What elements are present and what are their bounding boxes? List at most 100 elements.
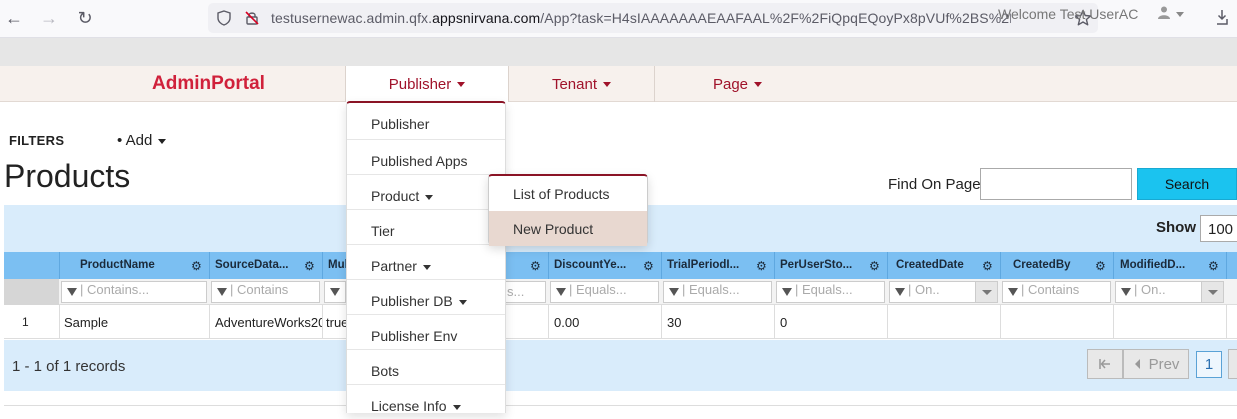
cell-modifieddate[interactable] <box>1113 305 1226 339</box>
column-header-discountye[interactable]: DiscountYe... ⚙ <box>548 252 661 279</box>
filter-funnel-icon[interactable] <box>669 288 679 296</box>
filter-placeholder: | On.. <box>908 282 940 297</box>
gear-icon[interactable]: ⚙ <box>982 259 993 273</box>
menu-item-tier[interactable]: Tier <box>347 209 505 244</box>
address-bar[interactable]: testusernewac.admin.qfx.appsnirvana.com/… <box>208 3 1098 33</box>
menu-item-bots[interactable]: Bots <box>347 349 505 384</box>
first-page-button[interactable] <box>1087 349 1123 379</box>
column-header-perusersto[interactable]: PerUserSto... ⚙ <box>774 252 887 279</box>
chevron-down-icon <box>425 194 434 200</box>
page-title: Products <box>4 158 131 194</box>
next-page-button[interactable] <box>1228 349 1237 379</box>
reload-icon[interactable]: ↻ <box>73 6 97 30</box>
menu-item-product[interactable]: Product <box>347 174 505 209</box>
gear-icon[interactable]: ⚙ <box>191 259 202 273</box>
chevron-down-icon <box>158 138 167 144</box>
gear-icon[interactable]: ⚙ <box>1208 259 1219 273</box>
insecure-lock-icon[interactable] <box>244 10 260 26</box>
first-page-icon <box>1099 359 1110 369</box>
menu-item-published-apps[interactable]: Published Apps <box>347 139 505 174</box>
nav-publisher-label: Publisher <box>388 75 452 93</box>
filter-funnel-icon[interactable] <box>782 288 792 296</box>
filter-input-perusersto[interactable]: | Equals... <box>776 281 885 303</box>
filter-input-discountye[interactable]: | Equals... <box>550 281 659 303</box>
filter-input-trialperiod[interactable]: | Equals... <box>663 281 772 303</box>
column-header-modifieddate[interactable]: ModifiedD... ⚙ <box>1113 252 1226 279</box>
filter-input-modifieddate[interactable]: | On.. <box>1115 281 1224 303</box>
nav-publisher[interactable]: Publisher <box>345 66 508 102</box>
find-on-page-input[interactable] <box>980 168 1132 200</box>
prev-page-button[interactable]: Prev <box>1123 349 1189 379</box>
forward-arrow-icon[interactable]: → <box>37 6 61 30</box>
filter-input-partial[interactable]: s... <box>505 281 546 303</box>
filter-input-productname[interactable]: | Contains... <box>61 281 207 303</box>
user-menu[interactable] <box>1158 5 1184 21</box>
chevron-down-icon <box>458 299 467 305</box>
nav-tenant[interactable]: Tenant <box>508 66 654 102</box>
gear-icon[interactable]: ⚙ <box>643 259 654 273</box>
brand-logo[interactable]: AdminPortal <box>152 73 265 95</box>
back-arrow-icon[interactable]: ← <box>2 6 26 30</box>
cell-perusersto[interactable]: 0 <box>774 305 887 339</box>
filter-placeholder: | On.. <box>1134 282 1166 297</box>
chevron-down-icon <box>452 404 461 410</box>
column-header-createdby[interactable]: CreatedBy ⚙ <box>1000 252 1113 279</box>
app-navbar: AdminPortal Publisher Tenant Page <box>0 66 1237 102</box>
column-header-sourcedata[interactable]: SourceData... ⚙ <box>209 252 322 279</box>
page-number-button[interactable]: 1 <box>1196 351 1222 378</box>
add-filter-button[interactable]: • Add <box>117 132 167 149</box>
cell-createdby[interactable] <box>1000 305 1113 339</box>
extensions-icon[interactable] <box>1213 8 1231 26</box>
cell-productname[interactable]: Sample <box>59 305 209 339</box>
filter-funnel-icon[interactable] <box>1008 288 1018 296</box>
date-picker-dropdown-icon[interactable] <box>1201 282 1223 302</box>
menu-item-license-info[interactable]: License Info <box>347 384 505 419</box>
url-text: testusernewac.admin.qfx.appsnirvana.com/… <box>271 10 1011 26</box>
column-header-productname[interactable]: ProductName ⚙ <box>59 252 209 279</box>
find-on-page-label: Find On Page <box>888 176 981 193</box>
cell-sourcedata[interactable]: AdventureWorks20 <box>209 305 322 339</box>
filter-input-createddate[interactable]: | On.. <box>889 281 998 303</box>
cell-createddate[interactable] <box>887 305 1000 339</box>
chevron-down-icon <box>603 81 612 87</box>
filter-funnel-icon[interactable] <box>1121 288 1131 296</box>
prev-page-label: Prev <box>1148 355 1180 373</box>
nav-page[interactable]: Page <box>654 66 820 102</box>
cell-discountye[interactable]: 0.00 <box>548 305 661 339</box>
column-header-trialperiod[interactable]: TrialPeriodI... ⚙ <box>661 252 774 279</box>
gear-icon[interactable]: ⚙ <box>530 259 541 273</box>
nav-tenant-label: Tenant <box>551 75 598 93</box>
gear-icon[interactable]: ⚙ <box>304 259 315 273</box>
menu-item-publisher-db[interactable]: Publisher DB <box>347 279 505 314</box>
filter-input-mul[interactable] <box>324 281 346 303</box>
menu-item-partner[interactable]: Partner <box>347 244 505 279</box>
filter-input-createdby[interactable]: | Contains <box>1002 281 1111 303</box>
filter-funnel-icon[interactable] <box>556 288 566 296</box>
menu-item-publisher[interactable]: Publisher <box>347 103 505 139</box>
filter-placeholder: s... <box>507 284 525 299</box>
filter-funnel-icon[interactable] <box>895 288 905 296</box>
date-picker-dropdown-icon[interactable] <box>975 282 997 302</box>
welcome-bar <box>0 38 1237 66</box>
filter-funnel-icon[interactable] <box>67 288 77 296</box>
filter-placeholder: | Contains... <box>80 282 150 297</box>
column-header-createddate[interactable]: CreatedDate ⚙ <box>887 252 1000 279</box>
gear-icon[interactable]: ⚙ <box>869 259 880 273</box>
welcome-text: Welcome Test UserAC <box>998 6 1139 22</box>
chevron-down-icon <box>457 81 466 87</box>
cell-trialperiod[interactable]: 30 <box>661 305 774 339</box>
shield-icon[interactable] <box>216 10 232 26</box>
gear-icon[interactable]: ⚙ <box>1095 259 1106 273</box>
column-header-partial[interactable]: ⚙ <box>505 252 548 279</box>
search-button[interactable]: Search <box>1137 168 1237 200</box>
menu-item-publisher-env[interactable]: Publisher Env <box>347 314 505 349</box>
submenu-item-list-of-products[interactable]: List of Products <box>489 176 647 211</box>
gear-icon[interactable]: ⚙ <box>756 259 767 273</box>
filter-funnel-icon[interactable] <box>330 288 340 296</box>
filter-input-sourcedata[interactable]: | Contains <box>211 281 320 303</box>
chevron-down-icon <box>754 81 763 87</box>
page-size-input[interactable]: 100 <box>1200 215 1237 242</box>
filter-funnel-icon[interactable] <box>217 288 227 296</box>
row-number-cell: 1 <box>22 315 29 329</box>
submenu-item-new-product[interactable]: New Product <box>489 211 647 246</box>
